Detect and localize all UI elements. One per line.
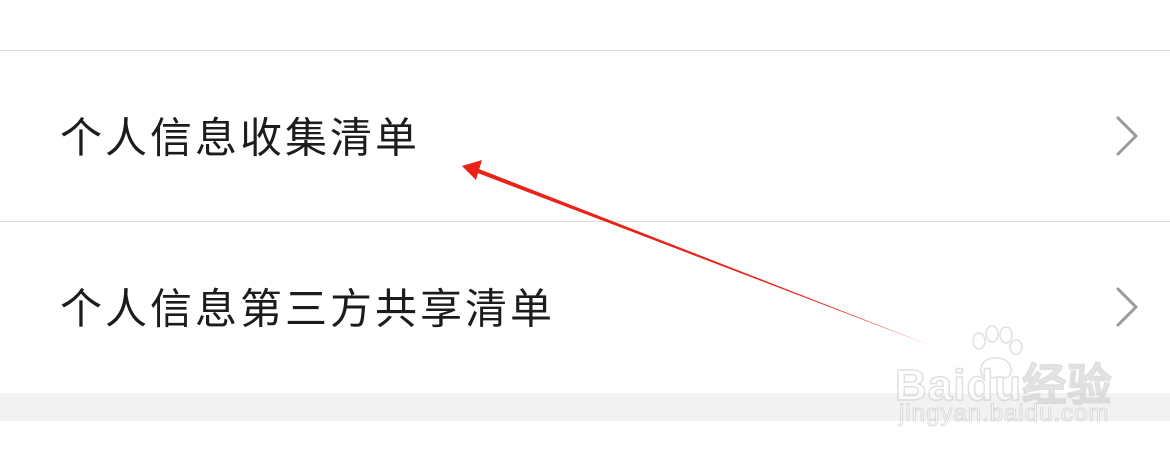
list-item-third-party-sharing[interactable]: 个人信息第三方共享清单 [0, 222, 1170, 392]
footer-band [0, 393, 1170, 421]
settings-page: 个人信息收集清单 个人信息第三方共享清单 Baidu经验 jingyan.bai… [0, 0, 1170, 454]
list-item-personal-info-collection[interactable]: 个人信息收集清单 [0, 51, 1170, 221]
top-spacer [0, 0, 1170, 50]
list-item-label: 个人信息收集清单 [60, 113, 421, 163]
chevron-right-icon [1116, 287, 1138, 327]
chevron-right-icon [1116, 116, 1138, 156]
list-item-label: 个人信息第三方共享清单 [60, 284, 556, 334]
footer-spacer [0, 421, 1170, 454]
